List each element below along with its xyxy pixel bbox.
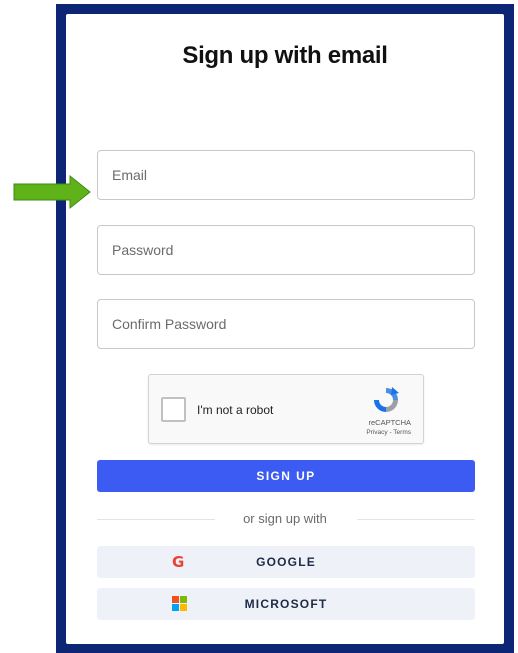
recaptcha-label: I'm not a robot: [197, 403, 274, 417]
email-field[interactable]: [97, 150, 475, 200]
google-label: GOOGLE: [256, 555, 316, 569]
divider-text: or sign up with: [243, 511, 327, 526]
password-input[interactable]: [98, 226, 474, 274]
email-input[interactable]: [98, 151, 474, 199]
sign-up-button[interactable]: SIGN UP: [97, 460, 475, 492]
microsoft-signup-button[interactable]: MICROSOFT: [97, 588, 475, 620]
recaptcha-brand: reCAPTCHA: [368, 418, 411, 427]
confirm-password-field[interactable]: [97, 299, 475, 349]
confirm-password-input[interactable]: [98, 300, 474, 348]
google-signup-button[interactable]: G GOOGLE: [97, 546, 475, 578]
screen: Sign up with email I'm not a robot reCAP…: [0, 0, 518, 653]
right-arrow-icon: [13, 174, 91, 210]
microsoft-label: MICROSOFT: [244, 597, 328, 611]
recaptcha-checkbox[interactable]: [161, 397, 186, 422]
recaptcha-icon: [374, 387, 399, 412]
page-title: Sign up with email: [182, 42, 388, 69]
recaptcha-links[interactable]: Privacy - Terms: [366, 429, 411, 436]
password-field[interactable]: [97, 225, 475, 275]
recaptcha-widget: I'm not a robot reCAPTCHA Privacy - Term…: [148, 374, 424, 444]
